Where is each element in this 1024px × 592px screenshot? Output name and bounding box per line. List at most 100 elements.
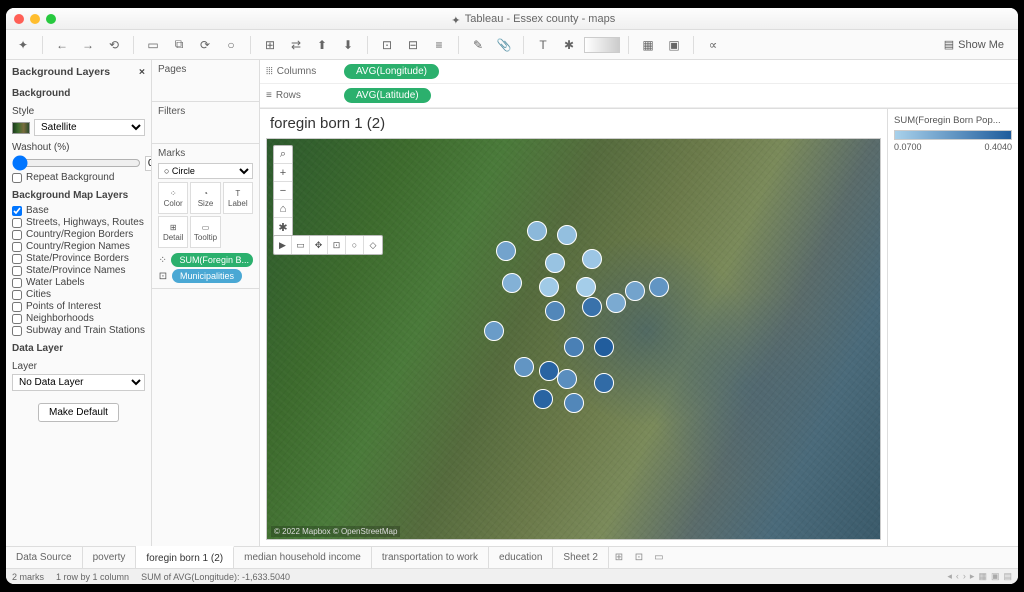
- tableau-icon[interactable]: ✦: [12, 34, 34, 56]
- zoom-home-icon[interactable]: ⌂: [274, 200, 292, 218]
- map-bubble[interactable]: [564, 337, 584, 357]
- rows-pill[interactable]: AVG(Latitude): [344, 88, 431, 103]
- back-icon[interactable]: ←: [51, 34, 73, 56]
- layer-checkbox[interactable]: Neighborhoods: [12, 313, 145, 324]
- map-bubble[interactable]: [527, 221, 547, 241]
- zoom-in-icon[interactable]: +: [274, 164, 292, 182]
- undo-icon[interactable]: ⟲: [103, 34, 125, 56]
- show-hide-icon[interactable]: ≡: [428, 34, 450, 56]
- rows-shelf[interactable]: ≡Rows AVG(Latitude): [260, 84, 1018, 108]
- map-bubble[interactable]: [539, 277, 559, 297]
- map-bubble[interactable]: [545, 301, 565, 321]
- radial-select-icon[interactable]: ⊡: [328, 236, 346, 254]
- map-bubble[interactable]: [625, 281, 645, 301]
- close-icon[interactable]: [14, 14, 24, 24]
- layer-checkbox[interactable]: Points of Interest: [12, 301, 145, 312]
- clear-icon[interactable]: ⟳: [194, 34, 216, 56]
- layer-checkbox[interactable]: Water Labels: [12, 277, 145, 288]
- fit-icon[interactable]: ✱: [558, 34, 580, 56]
- washout-input[interactable]: [145, 156, 152, 171]
- show-me-button[interactable]: ▤ Show Me: [944, 38, 1012, 51]
- new-worksheet-icon[interactable]: ▭: [142, 34, 164, 56]
- map-bubble[interactable]: [576, 277, 596, 297]
- sheet-tab[interactable]: Sheet 2: [553, 547, 608, 568]
- columns-shelf[interactable]: ⦙⦙⦙Columns AVG(Longitude): [260, 60, 1018, 84]
- color-button[interactable]: ⁘Color: [158, 182, 188, 214]
- map-bubble[interactable]: [539, 361, 559, 381]
- zoom-search-icon[interactable]: ⌕: [274, 146, 292, 164]
- duplicate-icon[interactable]: ⧉: [168, 34, 190, 56]
- data-layer-select[interactable]: No Data Layer: [12, 374, 145, 391]
- highlight-icon[interactable]: ✎: [467, 34, 489, 56]
- make-default-button[interactable]: Make Default: [38, 403, 119, 422]
- new-worksheet-tab-icon[interactable]: ⊞: [609, 547, 629, 568]
- style-select[interactable]: Satellite: [34, 119, 145, 136]
- data-source-tab[interactable]: Data Source: [6, 547, 83, 568]
- sort-asc-icon[interactable]: ⬆: [311, 34, 333, 56]
- layer-checkbox[interactable]: Country/Region Borders: [12, 229, 145, 240]
- map-bubble[interactable]: [545, 253, 565, 273]
- point-select-icon[interactable]: ✥: [310, 236, 328, 254]
- layer-checkbox[interactable]: Base: [12, 205, 145, 216]
- ungroup-icon[interactable]: ⊟: [402, 34, 424, 56]
- poly-select-icon[interactable]: ◇: [364, 236, 382, 254]
- map-bubble[interactable]: [514, 357, 534, 377]
- attach-icon[interactable]: 📎: [493, 34, 515, 56]
- swap-icon[interactable]: ⇄: [285, 34, 307, 56]
- map-bubble[interactable]: [582, 249, 602, 269]
- label-button[interactable]: TLabel: [223, 182, 253, 214]
- viz-title[interactable]: foregin born 1 (2): [260, 109, 887, 138]
- map-view[interactable]: ⌕ + − ⌂ ✱ ▶ ▭ ✥ ⊡ ○ ◇: [266, 138, 881, 540]
- mark-type-select[interactable]: ○ Circle: [158, 163, 253, 179]
- minimize-icon[interactable]: [30, 14, 40, 24]
- tooltip-button[interactable]: ▭Tooltip: [190, 216, 220, 248]
- sheet-tab[interactable]: median household income: [234, 547, 372, 568]
- maximize-icon[interactable]: [46, 14, 56, 24]
- marks-pill-municipalities[interactable]: Municipalities: [172, 269, 242, 283]
- repeat-background-checkbox[interactable]: Repeat Background: [12, 172, 145, 183]
- sheet-tab[interactable]: education: [489, 547, 553, 568]
- map-bubble[interactable]: [582, 297, 602, 317]
- map-bubble[interactable]: [533, 389, 553, 409]
- layer-checkbox[interactable]: State/Province Names: [12, 265, 145, 276]
- pages-shelf[interactable]: Pages: [158, 64, 253, 75]
- sheet-tab[interactable]: poverty: [83, 547, 137, 568]
- refresh-icon[interactable]: ○: [220, 34, 242, 56]
- share-icon[interactable]: ∝: [702, 34, 724, 56]
- forward-icon[interactable]: →: [77, 34, 99, 56]
- columns-pill[interactable]: AVG(Longitude): [344, 64, 439, 79]
- washout-slider[interactable]: [12, 155, 141, 171]
- presentation-icon[interactable]: ▦: [637, 34, 659, 56]
- sort-desc-icon[interactable]: ⬇: [337, 34, 359, 56]
- close-panel-icon[interactable]: ×: [139, 66, 145, 78]
- color-legend[interactable]: SUM(Foregin Born Pop... 0.0700 0.4040: [888, 109, 1018, 546]
- map-bubble[interactable]: [496, 241, 516, 261]
- layer-checkbox[interactable]: Streets, Highways, Routes: [12, 217, 145, 228]
- layer-checkbox[interactable]: State/Province Borders: [12, 253, 145, 264]
- filters-shelf[interactable]: Filters: [158, 106, 253, 117]
- marks-pill-sum[interactable]: SUM(Foregin B...: [171, 253, 253, 267]
- map-bubble[interactable]: [484, 321, 504, 341]
- layer-checkbox[interactable]: Subway and Train Stations: [12, 325, 145, 336]
- zoom-out-icon[interactable]: −: [274, 182, 292, 200]
- map-bubble[interactable]: [502, 273, 522, 293]
- text-icon[interactable]: T: [532, 34, 554, 56]
- layer-checkbox[interactable]: Cities: [12, 289, 145, 300]
- map-bubble[interactable]: [557, 225, 577, 245]
- group-icon[interactable]: ⊡: [376, 34, 398, 56]
- map-bubble[interactable]: [594, 373, 614, 393]
- map-bubble[interactable]: [557, 369, 577, 389]
- detail-button[interactable]: ⊞Detail: [158, 216, 188, 248]
- layer-checkbox[interactable]: Country/Region Names: [12, 241, 145, 252]
- map-bubble[interactable]: [606, 293, 626, 313]
- map-bubble[interactable]: [649, 277, 669, 297]
- new-data-icon[interactable]: ⊞: [259, 34, 281, 56]
- lasso-select-icon[interactable]: ○: [346, 236, 364, 254]
- pan-icon[interactable]: ▶: [274, 236, 292, 254]
- new-dashboard-tab-icon[interactable]: ⊡: [629, 547, 649, 568]
- map-bubble[interactable]: [564, 393, 584, 413]
- zoom-pin-icon[interactable]: ✱: [274, 218, 292, 236]
- device-icon[interactable]: ▣: [663, 34, 685, 56]
- rect-select-icon[interactable]: ▭: [292, 236, 310, 254]
- map-bubble[interactable]: [594, 337, 614, 357]
